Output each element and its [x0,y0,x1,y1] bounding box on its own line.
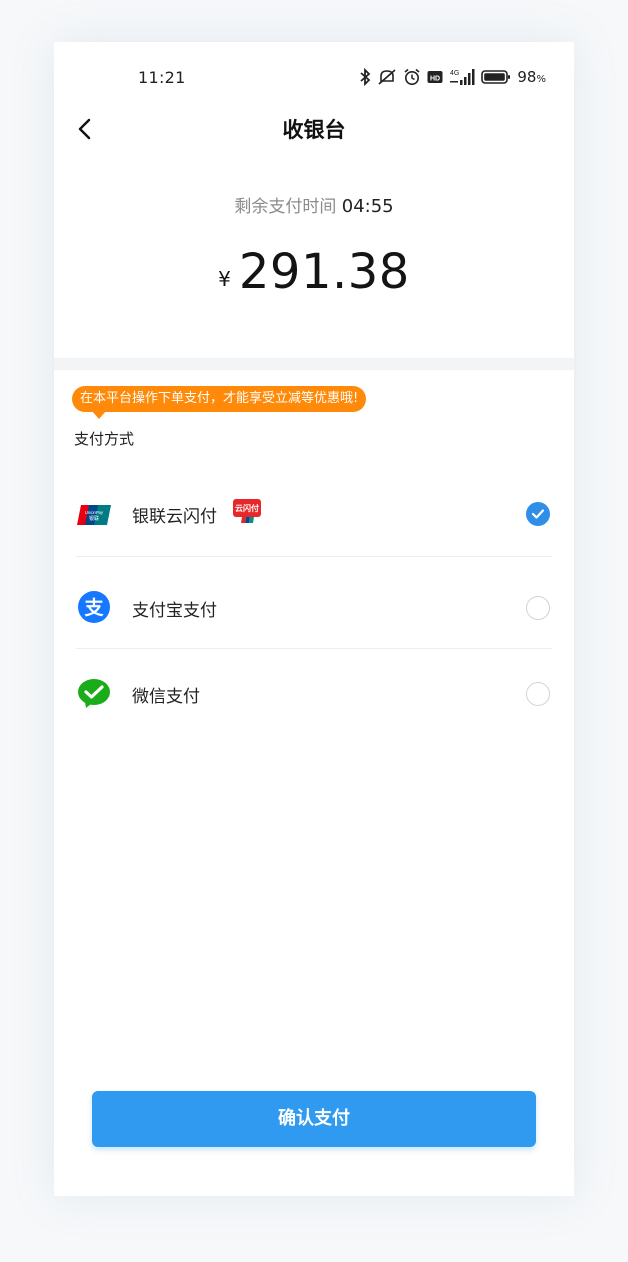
wechat-radio[interactable] [526,682,550,706]
svg-text:UnionPay: UnionPay [85,510,104,515]
unionpay-radio-checked[interactable] [526,502,550,526]
status-time: 11:21 [138,68,186,87]
confirm-pay-button[interactable]: 确认支付 [92,1091,536,1147]
unionpay-icon: UnionPay 银联 [76,498,112,532]
method-label: 微信支付 [132,687,200,707]
status-icons: HD 4G 98% [359,66,546,88]
wechat-pay-icon [76,676,112,710]
svg-text:支: 支 [83,597,104,619]
countdown-label: 剩余支付时间 [234,197,337,217]
payment-methods-title: 支付方式 [74,430,135,448]
phone-screen: 11:21 HD 4G 98% 收银台 剩余支付时间 04:55 ¥ 291.3… [54,42,574,1196]
method-label: 银联云闪付 [132,507,217,527]
yunshanfu-badge: 云闪付 [232,498,262,528]
page-title: 收银台 [282,118,346,142]
alipay-radio[interactable] [526,596,550,620]
svg-text:HD: HD [430,75,440,82]
payment-amount: ¥291.38 [54,244,574,300]
payment-method-wechat[interactable]: 微信支付 [76,650,552,734]
check-icon [531,509,545,519]
currency-symbol: ¥ [218,267,231,291]
hd-icon: HD [427,71,443,83]
alipay-icon: 支 [76,590,112,624]
section-divider [54,358,574,370]
nav-bar: 收银台 [54,106,574,153]
battery-icon [481,70,511,84]
svg-text:云闪付: 云闪付 [235,503,259,513]
mute-icon [378,69,396,85]
payment-method-alipay[interactable]: 支 支付宝支付 [76,564,552,649]
battery-percent: 98% [517,68,546,86]
status-bar: 11:21 HD 4G 98% [54,42,574,106]
signal-icon: 4G [450,69,475,85]
amount-section: 剩余支付时间 04:55 ¥291.38 [54,152,574,358]
payment-method-unionpay[interactable]: UnionPay 银联 银联云闪付 云闪付 [76,472,552,557]
payment-countdown: 剩余支付时间 04:55 [54,192,574,217]
method-label: 支付宝支付 [132,601,217,621]
countdown-value: 04:55 [341,196,394,217]
alarm-icon [404,68,420,85]
promo-tooltip: 在本平台操作下单支付，才能享受立减等优惠哦! [72,386,367,419]
bluetooth-icon [360,68,371,86]
svg-text:4G: 4G [450,70,459,77]
amount-value: 291.38 [238,244,410,300]
svg-text:银联: 银联 [89,515,99,522]
